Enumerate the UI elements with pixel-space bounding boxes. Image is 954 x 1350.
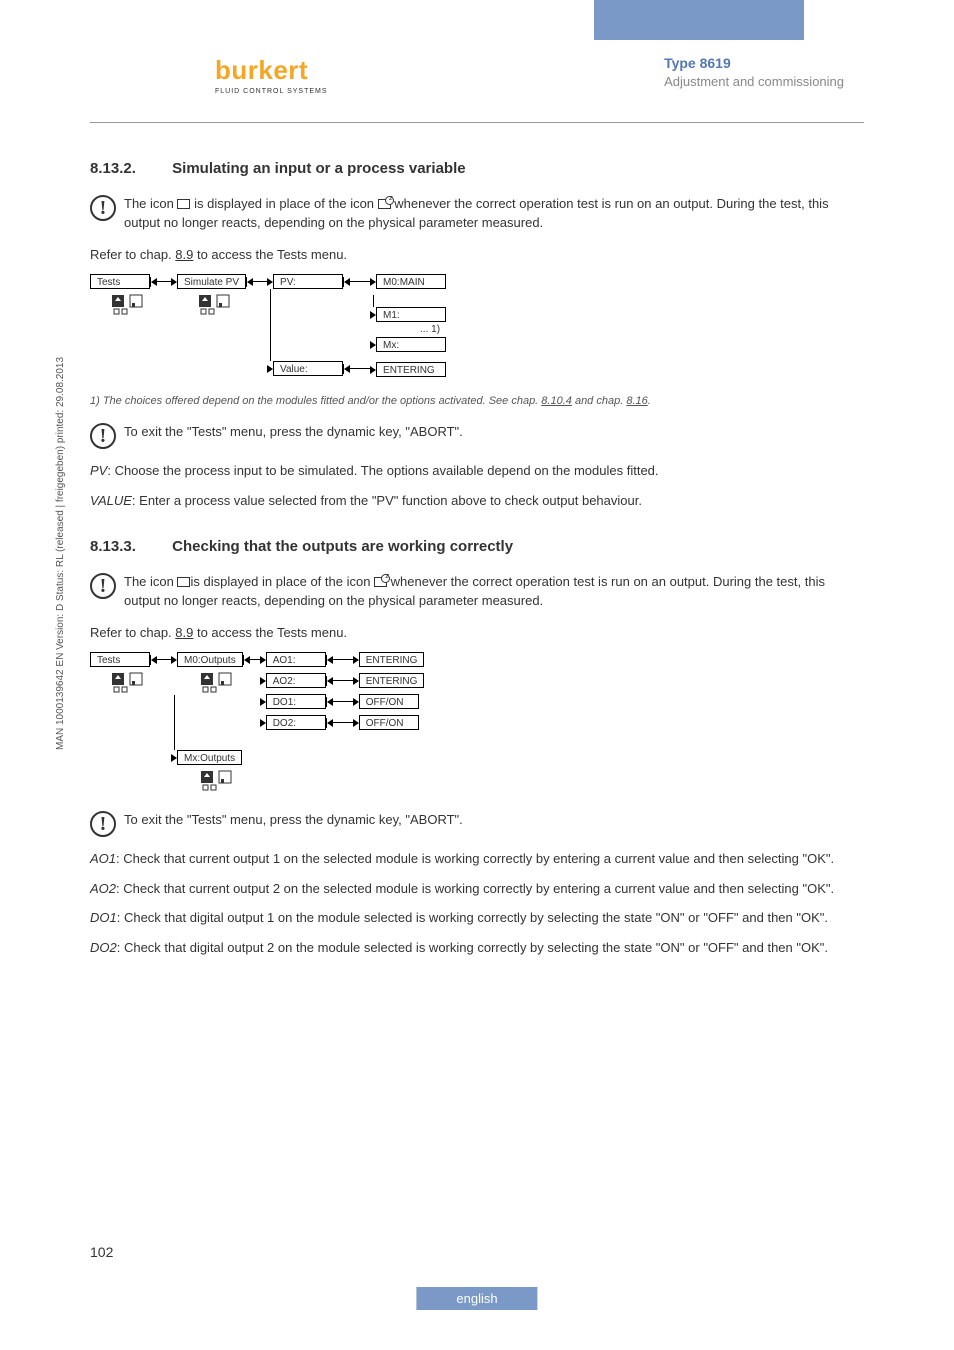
section-label: Adjustment and commissioning xyxy=(664,74,844,89)
node-entering: ENTERING xyxy=(376,362,446,377)
output-test-icon xyxy=(374,577,387,587)
footnote: 1) The choices offered depend on the mod… xyxy=(90,395,864,407)
nav-icons xyxy=(197,293,246,317)
value-desc: VALUE: Enter a process value selected fr… xyxy=(90,491,864,511)
top-band xyxy=(0,0,954,40)
ref-line: Refer to chap. 8.9 to access the Tests m… xyxy=(90,623,864,643)
info-text: To exit the "Tests" menu, press the dyna… xyxy=(124,423,864,442)
info-block: ! To exit the "Tests" menu, press the dy… xyxy=(90,423,864,449)
heading-number: 8.13.3. xyxy=(90,538,168,555)
warning-icon: ! xyxy=(90,811,116,837)
output-test-icon xyxy=(378,199,391,209)
heading-text: Simulating an input or a process variabl… xyxy=(172,160,465,177)
info-text: To exit the "Tests" menu, press the dyna… xyxy=(124,811,864,830)
node-mx: Mx: xyxy=(376,337,446,352)
heading-number: 8.13.2. xyxy=(90,160,168,177)
node-dots: ... 1) xyxy=(370,322,446,337)
heading-8-13-2: 8.13.2. Simulating an input or a process… xyxy=(90,160,864,177)
chap-link[interactable]: 8.10.4 xyxy=(541,395,572,407)
output-icon xyxy=(177,577,190,587)
warning-block: ! The icon is displayed in place of the … xyxy=(90,195,864,233)
type-label: Type 8619 xyxy=(664,55,844,71)
logo-tagline: FLUID CONTROL SYSTEMS xyxy=(215,88,328,95)
heading-text: Checking that the outputs are working co… xyxy=(172,538,513,555)
node-do2: DO2: xyxy=(266,715,326,730)
chap-link[interactable]: 8.16 xyxy=(626,395,647,407)
heading-8-13-3: 8.13.3. Checking that the outputs are wo… xyxy=(90,538,864,555)
warning-block: ! The icon is displayed in place of the … xyxy=(90,573,864,611)
nav-icons xyxy=(199,671,243,695)
info-block: ! To exit the "Tests" menu, press the dy… xyxy=(90,811,864,837)
node-tests: Tests xyxy=(90,652,150,667)
header-divider xyxy=(90,122,864,123)
node-ao2: AO2: xyxy=(266,673,326,688)
node-tests: Tests xyxy=(90,274,150,289)
doc-title: Type 8619 Adjustment and commissioning xyxy=(664,55,844,89)
warning-text: The icon is displayed in place of the ic… xyxy=(124,195,864,233)
do1-desc: DO1: Check that digital output 1 on the … xyxy=(90,908,864,928)
flow-diagram-1: Tests Simulate PV PV: Value: xyxy=(90,274,864,377)
pv-desc: PV: Choose the process input to be simul… xyxy=(90,461,864,481)
node-offon: OFF/ON xyxy=(359,694,419,709)
header-accent xyxy=(594,0,804,40)
node-ao1: AO1: xyxy=(266,652,326,667)
node-m0: M0:MAIN xyxy=(376,274,446,289)
node-entering: ENTERING xyxy=(359,652,425,667)
node-m0-outputs: M0:Outputs xyxy=(177,652,243,667)
node-offon: OFF/ON xyxy=(359,715,419,730)
chap-link[interactable]: 8.9 xyxy=(175,625,193,640)
nav-icons xyxy=(110,671,150,695)
warning-icon: ! xyxy=(90,573,116,599)
node-entering: ENTERING xyxy=(359,673,425,688)
node-pv: PV: xyxy=(273,274,343,289)
page-number: 102 xyxy=(90,1244,113,1260)
ref-line: Refer to chap. 8.9 to access the Tests m… xyxy=(90,245,864,265)
node-value: Value: xyxy=(273,361,343,376)
chap-link[interactable]: 8.9 xyxy=(175,247,193,262)
nav-icons xyxy=(199,769,243,793)
logo: burkert FLUID CONTROL SYSTEMS xyxy=(215,55,328,95)
nav-icons xyxy=(110,293,150,317)
node-m1: M1: xyxy=(376,307,446,322)
do2-desc: DO2: Check that digital output 2 on the … xyxy=(90,938,864,958)
node-mx-outputs: Mx:Outputs xyxy=(177,750,242,765)
flow-diagram-2: Tests M0:Outputs Mx:Outputs xyxy=(90,652,864,793)
sidebar-meta: MAN 1000139642 EN Version: D Status: RL … xyxy=(55,357,66,750)
logo-wordmark: burkert xyxy=(215,55,328,86)
output-icon xyxy=(177,199,190,209)
node-simulate-pv: Simulate PV xyxy=(177,274,246,289)
header-row: burkert FLUID CONTROL SYSTEMS Type 8619 … xyxy=(0,55,954,110)
warning-icon: ! xyxy=(90,195,116,221)
ao2-desc: AO2: Check that current output 2 on the … xyxy=(90,879,864,899)
main-content: 8.13.2. Simulating an input or a process… xyxy=(90,160,864,967)
node-do1: DO1: xyxy=(266,694,326,709)
warning-icon: ! xyxy=(90,423,116,449)
warning-text: The icon is displayed in place of the ic… xyxy=(124,573,864,611)
language-label: english xyxy=(416,1287,537,1310)
ao1-desc: AO1: Check that current output 1 on the … xyxy=(90,849,864,869)
